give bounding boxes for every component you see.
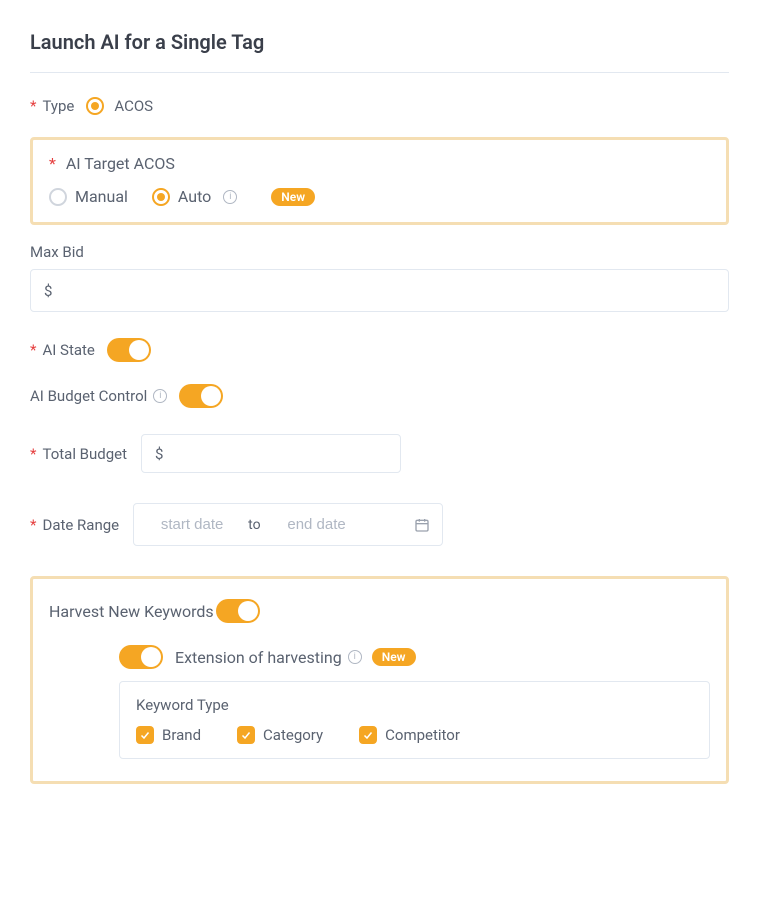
end-date-input[interactable] <box>267 508 367 541</box>
required-marker: * <box>30 341 36 359</box>
extension-toggle[interactable] <box>119 645 163 669</box>
info-icon[interactable]: i <box>348 650 362 664</box>
ai-target-acos-label: AI Target ACOS <box>66 154 175 173</box>
ai-budget-control-toggle[interactable] <box>179 384 223 408</box>
info-icon[interactable]: i <box>153 389 167 403</box>
required-marker: * <box>49 154 56 173</box>
keyword-type-card: Keyword Type Brand Category <box>119 681 710 759</box>
required-marker: * <box>30 516 36 534</box>
start-date-input[interactable] <box>142 508 242 541</box>
radio-manual-label: Manual <box>75 187 128 206</box>
field-ai-budget-control: AI Budget Control i <box>30 384 729 408</box>
extension-label: Extension of harvesting <box>175 648 342 667</box>
new-badge: New <box>271 188 315 206</box>
radio-circle-icon <box>49 188 67 206</box>
field-date-range: * Date Range to <box>30 503 729 546</box>
date-range-picker[interactable]: to <box>133 503 443 546</box>
date-separator: to <box>242 517 266 533</box>
check-icon <box>237 726 255 744</box>
calendar-icon <box>414 517 430 533</box>
checkbox-category-label: Category <box>263 726 323 744</box>
max-bid-label: Max Bid <box>30 243 84 261</box>
date-range-label: Date Range <box>42 516 119 534</box>
page-title: Launch AI for a Single Tag <box>30 30 729 54</box>
new-badge: New <box>372 648 416 666</box>
checkbox-category[interactable]: Category <box>237 726 323 744</box>
ai-budget-control-label: AI Budget Control <box>30 387 147 405</box>
checkbox-brand[interactable]: Brand <box>136 726 201 744</box>
required-marker: * <box>30 445 36 463</box>
ai-state-toggle[interactable] <box>107 338 151 362</box>
info-icon[interactable]: i <box>223 190 237 204</box>
required-marker: * <box>30 97 36 115</box>
total-budget-label: Total Budget <box>42 445 127 463</box>
harvest-label: Harvest New Keywords <box>49 602 214 621</box>
radio-auto[interactable]: Auto i <box>152 187 237 206</box>
ai-target-acos-section: * AI Target ACOS Manual Auto i New <box>30 137 729 225</box>
checkbox-brand-label: Brand <box>162 726 201 744</box>
currency-symbol: $ <box>44 282 52 300</box>
radio-auto-label: Auto <box>178 187 211 206</box>
field-max-bid: Max Bid $ <box>30 243 729 312</box>
ai-state-label: AI State <box>42 341 94 359</box>
currency-symbol: $ <box>155 445 163 463</box>
check-icon <box>136 726 154 744</box>
field-ai-state: * AI State <box>30 338 729 362</box>
type-label: Type <box>42 97 74 115</box>
check-icon <box>359 726 377 744</box>
checkbox-competitor[interactable]: Competitor <box>359 726 460 744</box>
harvest-section: Harvest New Keywords Extension of harves… <box>30 576 729 784</box>
radio-circle-icon <box>152 188 170 206</box>
total-budget-input[interactable] <box>141 434 401 473</box>
checkbox-competitor-label: Competitor <box>385 726 460 744</box>
keyword-type-label: Keyword Type <box>136 696 693 714</box>
max-bid-input[interactable] <box>30 269 729 312</box>
type-option-acos: ACOS <box>114 97 153 115</box>
field-total-budget: * Total Budget $ <box>30 434 729 473</box>
divider <box>30 72 729 73</box>
harvest-toggle[interactable] <box>216 599 260 623</box>
radio-manual[interactable]: Manual <box>49 187 128 206</box>
type-radio-acos[interactable] <box>86 97 104 115</box>
field-type: * Type ACOS <box>30 97 729 115</box>
